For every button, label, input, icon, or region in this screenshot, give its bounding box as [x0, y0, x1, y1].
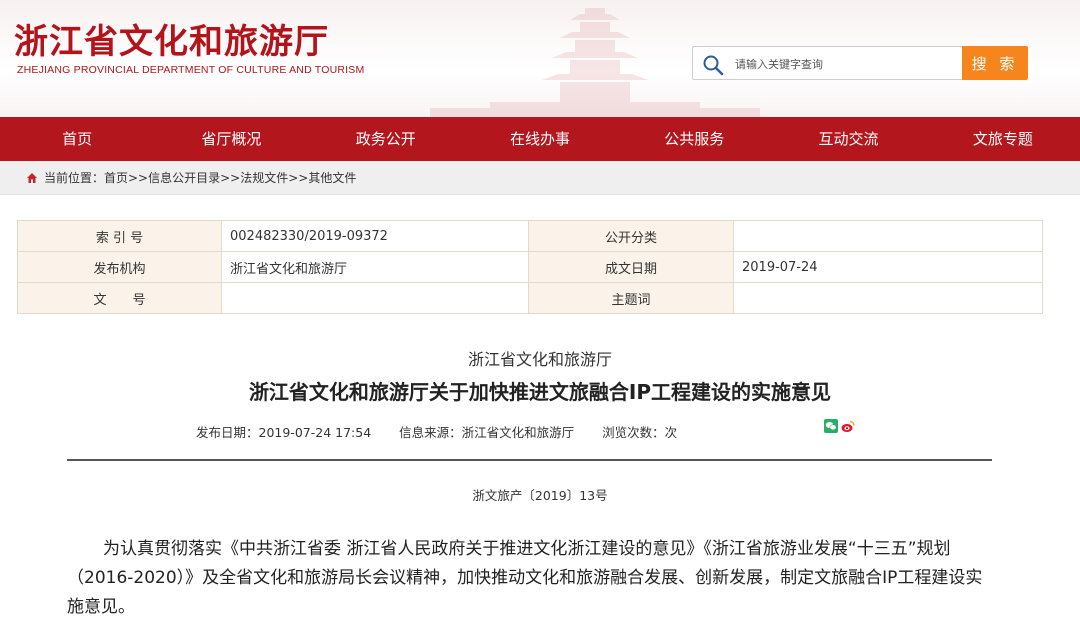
info-source: 信息来源：浙江省文化和旅游厅 — [399, 425, 575, 440]
site-title[interactable]: 浙江省文化和旅游厅 — [14, 14, 329, 63]
issuer-value: 浙江省文化和旅游厅 — [221, 251, 529, 283]
home-icon — [27, 172, 37, 183]
category-label: 公开分类 — [528, 220, 734, 252]
nav-item-topics[interactable]: 文旅专题 — [926, 117, 1080, 161]
nav-item-home[interactable]: 首页 — [0, 117, 154, 161]
article-title: 浙江省文化和旅游厅关于加快推进文旅融合IP工程建设的实施意见 — [248, 380, 832, 404]
index-label: 索 引 号 — [17, 220, 222, 252]
nav-item-public-services[interactable]: 公共服务 — [617, 117, 771, 161]
search-box — [692, 46, 964, 80]
wechat-icon[interactable] — [824, 418, 838, 433]
table-row: 文 号 主题词 — [17, 282, 1043, 314]
search-bar: 搜 索 — [692, 46, 1028, 80]
main-nav: 首页 省厅概况 政务公开 在线办事 公共服务 互动交流 文旅专题 — [0, 117, 1080, 161]
table-row: 索 引 号 002482330/2019-09372 公开分类 — [17, 220, 1043, 252]
nav-item-overview[interactable]: 省厅概况 — [154, 117, 308, 161]
issuer-label: 发布机构 — [17, 251, 222, 283]
breadcrumb-text[interactable]: 当前位置：首页>>信息公开目录>>法规文件>>其他文件 — [44, 169, 356, 186]
article-source-heading: 浙江省文化和旅游厅 — [467, 350, 612, 369]
divider — [67, 459, 992, 461]
topic-value — [733, 282, 1043, 314]
search-input[interactable] — [735, 55, 955, 73]
publish-date: 发布日期：2019-07-24 17:54 — [196, 425, 372, 440]
document-info-table: 索 引 号 002482330/2019-09372 公开分类 发布机构 浙江省… — [17, 220, 1043, 314]
search-button[interactable]: 搜 索 — [962, 46, 1028, 80]
docno-label: 文 号 — [17, 282, 222, 314]
docno-value — [221, 282, 529, 314]
view-count: 浏览次数：次 — [602, 425, 678, 440]
site-header: 浙江省文化和旅游厅 ZHEJIANG PROVINCIAL DEPARTMENT… — [0, 0, 1080, 117]
date-label: 成文日期 — [528, 251, 734, 283]
article-meta: 发布日期：2019-07-24 17:54 信息来源：浙江省文化和旅游厅 浏览次… — [196, 422, 677, 441]
article-paragraph: 为认真贯彻落实《中共浙江省委 浙江省人民政府关于推进文化浙江建设的意见》《浙江省… — [67, 539, 983, 617]
topic-label: 主题词 — [528, 282, 734, 314]
nav-item-online-services[interactable]: 在线办事 — [463, 117, 617, 161]
share-buttons — [824, 418, 855, 433]
breadcrumb: 当前位置：首页>>信息公开目录>>法规文件>>其他文件 — [0, 161, 1080, 195]
nav-item-interaction[interactable]: 互动交流 — [771, 117, 925, 161]
nav-item-gov-affairs[interactable]: 政务公开 — [309, 117, 463, 161]
site-subtitle: ZHEJIANG PROVINCIAL DEPARTMENT OF CULTUR… — [17, 64, 365, 76]
category-value — [733, 220, 1043, 252]
index-value: 002482330/2019-09372 — [221, 220, 529, 252]
date-value: 2019-07-24 — [733, 251, 1043, 283]
table-row: 发布机构 浙江省文化和旅游厅 成文日期 2019-07-24 — [17, 251, 1043, 283]
document-number: 浙文旅产〔2019〕13号 — [472, 488, 608, 503]
search-icon[interactable] — [702, 54, 724, 76]
weibo-icon[interactable] — [841, 418, 855, 432]
